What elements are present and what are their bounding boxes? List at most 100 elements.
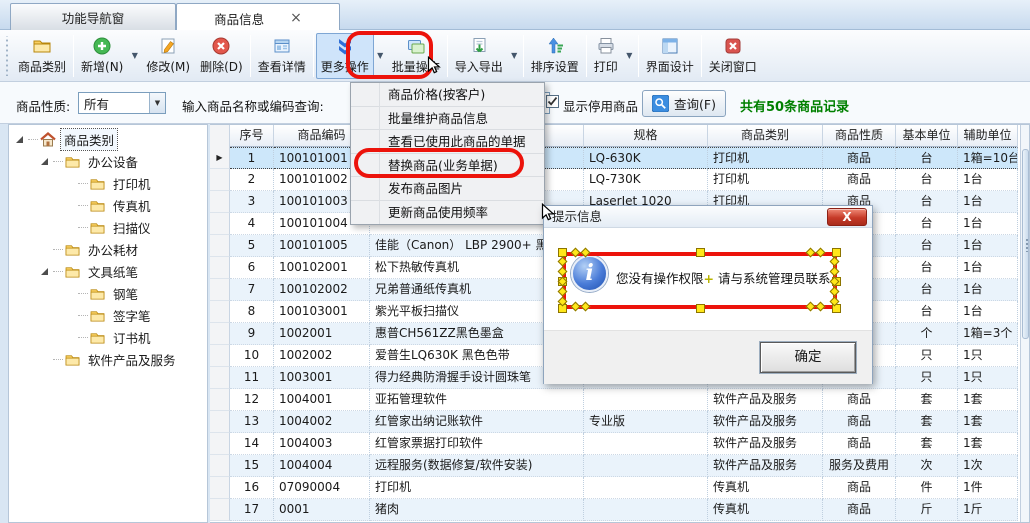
toolbar-button-6[interactable]: 更多操作 — [316, 33, 374, 79]
row-indicator — [210, 477, 230, 499]
toolbar-button-11[interactable]: 界面设计 — [641, 33, 699, 79]
tab-label: 功能导航窗 — [62, 8, 125, 27]
toolbar-button-7[interactable]: 批量操作 — [387, 33, 445, 79]
table-cell: 1斤 — [958, 499, 1018, 521]
table-cell: 套 — [896, 433, 958, 455]
table-cell: 12 — [230, 389, 274, 411]
toolbar-button-label: 修改(M) — [146, 58, 190, 75]
menu-item-替换商品(业务单据)[interactable]: 替换商品(业务单据) — [351, 154, 544, 178]
table-cell: 1004004 — [274, 455, 370, 477]
table-cell: 商品 — [823, 389, 896, 411]
product-nature-select[interactable]: 所有 ▼ — [78, 92, 166, 114]
table-cell: 商品 — [823, 147, 896, 169]
menu-item-查看已使用此商品的单据[interactable]: 查看已使用此商品的单据 — [351, 130, 544, 154]
row-indicator-header — [210, 125, 230, 147]
dropdown-arrow-icon[interactable]: ▼ — [623, 33, 636, 79]
toolbar-button-4[interactable]: 删除(D) — [195, 33, 248, 79]
toolbar-button-9[interactable]: 排序设置 — [526, 33, 584, 79]
tab-product-info[interactable]: 商品信息 × — [176, 3, 340, 32]
tree-item-传真机[interactable]: 传真机 — [9, 194, 207, 216]
table-cell: 只 — [896, 367, 958, 389]
tree-guide-line — [53, 249, 63, 250]
table-row[interactable]: 1607090004打印机传真机商品件1件 — [210, 477, 1029, 499]
table-cell: 1台 — [958, 301, 1018, 323]
toolbar-button-12[interactable]: 关闭窗口 — [704, 33, 762, 79]
show-disabled-checkbox[interactable] — [546, 95, 559, 108]
dialog-title: 提示信息 — [552, 209, 602, 224]
tree-item-钢笔[interactable]: 钢笔 — [9, 282, 207, 304]
column-header-7[interactable]: 基本单位 — [896, 125, 958, 147]
tree-item-订书机[interactable]: 订书机 — [9, 326, 207, 348]
category-tree: 商品类别办公设备打印机传真机扫描仪办公耗材文具纸笔钢笔签字笔订书机软件产品及服务 — [8, 124, 208, 523]
expander-icon[interactable] — [40, 157, 49, 166]
tree-item-办公设备[interactable]: 办公设备 — [9, 150, 207, 172]
column-header-6[interactable]: 商品性质 — [823, 125, 896, 147]
table-cell: 软件产品及服务 — [708, 411, 823, 433]
row-indicator — [210, 191, 230, 213]
dropdown-arrow-icon[interactable]: ▼ — [374, 33, 387, 79]
column-header-1[interactable]: 序号 — [230, 125, 274, 147]
tab-function-nav[interactable]: 功能导航窗 — [10, 3, 176, 31]
table-header: 序号商品编码规格商品类别商品性质基本单位辅助单位 — [210, 125, 1018, 147]
table-cell: 猪肉 — [370, 499, 584, 521]
column-header-4[interactable]: 规格 — [584, 125, 708, 147]
dialog-close-button[interactable]: X — [827, 208, 867, 226]
expander-icon[interactable] — [15, 135, 24, 144]
toolbar-button-1[interactable]: 商品类别 — [13, 33, 71, 79]
table-cell: 1箱=3个 — [958, 323, 1018, 345]
tree-item-签字笔[interactable]: 签字笔 — [9, 304, 207, 326]
ok-button[interactable]: 确定 — [760, 342, 856, 373]
query-button[interactable]: 查询(F) — [642, 90, 726, 117]
row-indicator — [210, 169, 230, 191]
table-row[interactable]: 131004002红管家出纳记账软件专业版软件产品及服务商品套1套 — [210, 411, 1029, 433]
row-indicator — [210, 323, 230, 345]
column-header-5[interactable]: 商品类别 — [708, 125, 823, 147]
tree-spacer — [65, 311, 74, 320]
table-row[interactable]: 141004003红管家票据打印软件软件产品及服务商品套1套 — [210, 433, 1029, 455]
table-cell: 9 — [230, 323, 274, 345]
close-tab-icon[interactable]: × — [290, 11, 302, 25]
menu-item-批量维护商品信息[interactable]: 批量维护商品信息 — [351, 107, 544, 131]
toolbar-button-10[interactable]: 打印 — [589, 33, 623, 79]
tree-item-label: 办公设备 — [85, 151, 141, 172]
table-row[interactable]: 170001猪肉传真机商品斤1斤 — [210, 499, 1029, 521]
row-indicator — [210, 279, 230, 301]
menu-item-商品价格(按客户)[interactable]: 商品价格(按客户) — [351, 83, 544, 107]
table-cell: 斤 — [896, 499, 958, 521]
tree-item-商品类别[interactable]: 商品类别 — [9, 128, 207, 150]
dropdown-arrow-icon[interactable]: ▼ — [508, 33, 521, 79]
toolbar-separator — [638, 35, 639, 77]
table-cell: 1台 — [958, 279, 1018, 301]
tree-guide-line — [53, 161, 63, 162]
toolbar-button-3[interactable]: 修改(M) — [141, 33, 195, 79]
toolbar-button-2[interactable]: 新增(N) — [76, 33, 128, 79]
column-header-8[interactable]: 辅助单位 — [958, 125, 1018, 147]
table-row[interactable]: ▶1100101001LQ-630K打印机商品台1箱=10台 — [210, 147, 1029, 169]
toolbar-button-8[interactable]: 导入导出 — [450, 33, 508, 79]
table-cell: 1套 — [958, 389, 1018, 411]
toolbar-separator — [447, 35, 448, 77]
dropdown-arrow-icon[interactable]: ▼ — [128, 33, 141, 79]
toolbar-drag-handle-icon — [3, 36, 13, 76]
tree-item-打印机[interactable]: 打印机 — [9, 172, 207, 194]
table-cell: 打印机 — [370, 477, 584, 499]
tree-item-软件产品及服务[interactable]: 软件产品及服务 — [9, 348, 207, 370]
table-row[interactable]: 121004001亚拓管理软件软件产品及服务商品套1套 — [210, 389, 1029, 411]
folder-icon — [90, 309, 105, 322]
table-cell: 1002001 — [274, 323, 370, 345]
toolbar-button-label: 关闭窗口 — [709, 58, 757, 75]
scrollbar-thumb[interactable] — [1022, 149, 1029, 339]
menu-item-发布商品图片[interactable]: 发布商品图片 — [351, 177, 544, 201]
table-cell: 软件产品及服务 — [708, 389, 823, 411]
tree-item-扫描仪[interactable]: 扫描仪 — [9, 216, 207, 238]
table-row[interactable]: 2100101002LQ-730K打印机商品台1台 — [210, 169, 1029, 191]
table-cell: 2 — [230, 169, 274, 191]
tree-item-文具纸笔[interactable]: 文具纸笔 — [9, 260, 207, 282]
message-dialog: 提示信息 X i 您没有操作权限+ 请与系统管理员联系！ 确定 — [543, 205, 873, 384]
tree-item-办公耗材[interactable]: 办公耗材 — [9, 238, 207, 260]
toolbar-button-5[interactable]: 查看详情 — [253, 33, 311, 79]
menu-item-更新商品使用频率[interactable]: 更新商品使用频率 — [351, 201, 544, 225]
table-row[interactable]: 151004004远程服务(数据修复/软件安装)软件产品及服务服务及费用次1次 — [210, 455, 1029, 477]
table-cell: 商品 — [823, 411, 896, 433]
expander-icon[interactable] — [40, 267, 49, 276]
